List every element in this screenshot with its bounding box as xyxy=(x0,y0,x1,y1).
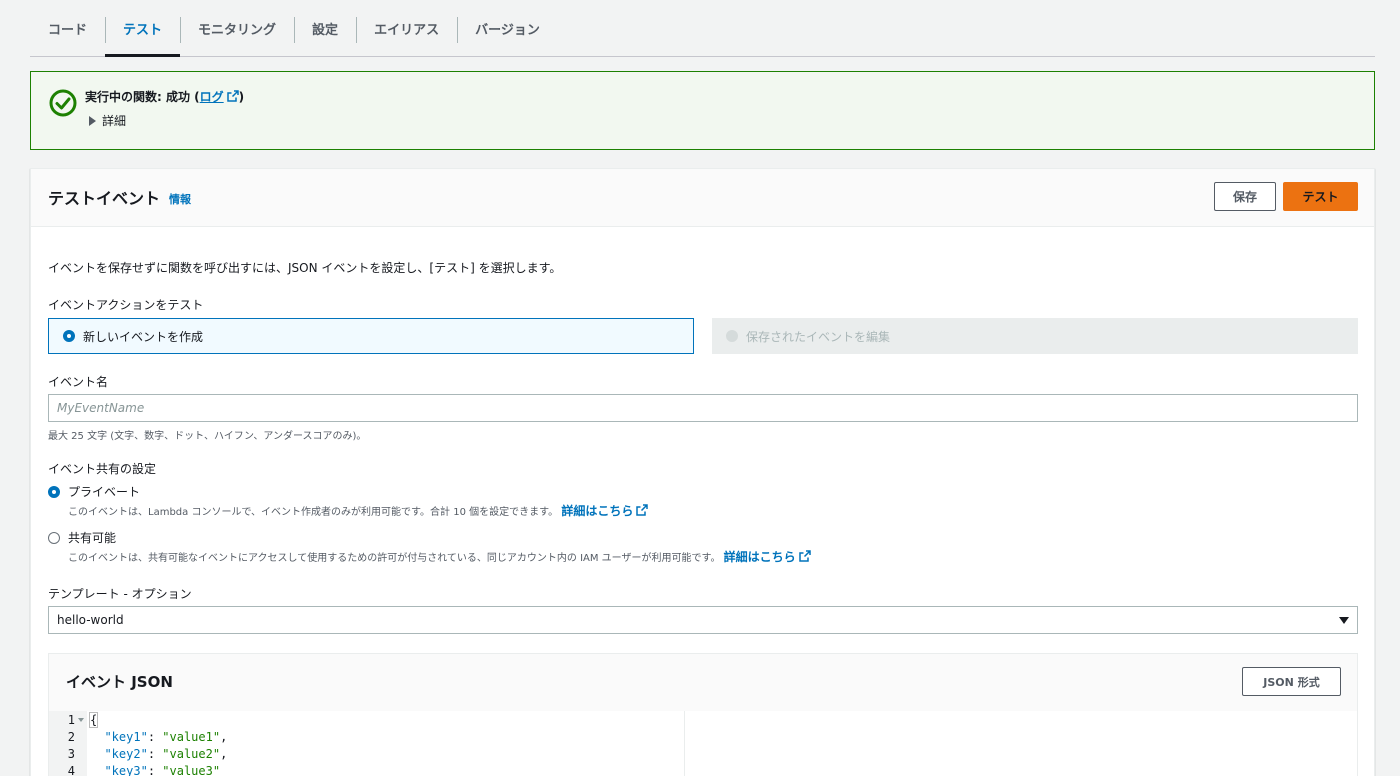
event-json-header: イベント JSON JSON 形式 xyxy=(49,654,1357,711)
info-link[interactable]: 情報 xyxy=(169,191,191,207)
alert-title-prefix: 実行中の関数: 成功 ( xyxy=(85,90,200,104)
private-description: このイベントは、Lambda コンソールで、イベント作成者のみが利用可能です。合… xyxy=(68,502,649,519)
create-new-event-option[interactable]: 新しいイベントを作成 xyxy=(48,318,694,354)
line-number: 3 xyxy=(67,746,75,761)
sharing-settings-label: イベント共有の設定 xyxy=(48,462,157,476)
shareable-description: このイベントは、共有可能なイベントにアクセスして使用するための許可が付与されてい… xyxy=(68,548,811,565)
json-code-editor[interactable]: 1 { 2 "key1": "value1", 3 "key2": "value… xyxy=(49,711,685,776)
event-name-label: イベント名 xyxy=(48,375,109,389)
json-separator: , xyxy=(220,729,228,744)
json-separator: , xyxy=(220,746,228,761)
json-value: "value3" xyxy=(162,763,221,776)
tab-code[interactable]: コード xyxy=(30,0,105,56)
code-line: 3 "key2": "value2", xyxy=(49,745,685,762)
json-format-button[interactable]: JSON 形式 xyxy=(1242,667,1341,696)
event-action-label: イベントアクションをテスト xyxy=(48,298,204,312)
template-select[interactable]: hello-world xyxy=(48,606,1358,634)
panel-header: テストイベント 情報 保存 テスト xyxy=(31,169,1374,227)
save-button[interactable]: 保存 xyxy=(1214,182,1276,211)
alert-title-suffix: ) xyxy=(238,90,245,104)
success-check-icon xyxy=(49,89,77,117)
caret-down-icon xyxy=(1339,616,1349,624)
event-json-panel: イベント JSON JSON 形式 1 { 2 "key1": "value1"… xyxy=(48,653,1358,776)
shareable-option[interactable]: 共有可能 xyxy=(48,529,116,546)
code-text: "key3": "value3" xyxy=(104,763,221,776)
private-label: プライベート xyxy=(68,485,141,499)
external-link-icon[interactable] xyxy=(226,90,239,102)
json-value: "value1" xyxy=(162,729,221,744)
tab-aliases[interactable]: エイリアス xyxy=(356,0,457,56)
json-key: "key3" xyxy=(104,763,148,776)
code-line: 1 { xyxy=(49,711,685,728)
tab-monitoring[interactable]: モニタリング xyxy=(180,0,294,56)
tab-label: モニタリング xyxy=(198,22,277,38)
log-link[interactable]: ログ xyxy=(200,90,224,104)
alert-title: 実行中の関数: 成功 (ログ) xyxy=(85,88,244,105)
event-name-hint: 最大 25 文字 (文字、数字、ドット、ハイフン、アンダースコアのみ)。 xyxy=(48,431,367,442)
tab-versions[interactable]: バージョン xyxy=(457,0,558,56)
learn-more-link[interactable]: 詳細はこちら xyxy=(561,504,633,518)
tab-label: バージョン xyxy=(475,22,540,38)
shareable-description-text: このイベントは、共有可能なイベントにアクセスして使用するための許可が付与されてい… xyxy=(68,553,721,564)
code-line: 4 "key3": "value3" xyxy=(49,762,685,776)
tab-bar: コード テスト モニタリング 設定 エイリアス バージョン xyxy=(30,0,1375,57)
tab-label: テスト xyxy=(123,22,163,38)
tab-label: 設定 xyxy=(312,22,339,38)
panel-title: テストイベント xyxy=(48,189,161,208)
radio-checked-icon[interactable] xyxy=(63,330,75,342)
code-line: 2 "key1": "value1", xyxy=(49,728,685,745)
details-expander[interactable]: 詳細 xyxy=(89,112,126,129)
external-link-icon[interactable] xyxy=(798,550,811,562)
edit-saved-event-label: 保存されたイベントを編集 xyxy=(746,329,891,344)
details-label: 詳細 xyxy=(102,114,127,128)
radio-disabled-icon xyxy=(726,330,738,342)
radio-unchecked-icon[interactable] xyxy=(48,531,60,544)
radio-checked-icon[interactable] xyxy=(48,485,60,498)
test-button[interactable]: テスト xyxy=(1283,182,1358,211)
code-text: { xyxy=(88,711,99,728)
panel-description: イベントを保存せずに関数を呼び出すには、JSON イベントを設定し、[テスト] … xyxy=(48,261,562,275)
tab-label: コード xyxy=(48,22,88,38)
edit-saved-event-option: 保存されたイベントを編集 xyxy=(712,318,1358,354)
line-number: 1 xyxy=(67,712,75,727)
code-text: "key1": "value1", xyxy=(104,729,228,744)
external-link-icon[interactable] xyxy=(636,504,649,516)
fold-arrow-icon[interactable] xyxy=(78,717,84,722)
event-name-input[interactable]: MyEventName xyxy=(48,394,1358,422)
json-key: "key1" xyxy=(104,729,148,744)
line-number: 4 xyxy=(67,763,75,776)
template-selected-value: hello-world xyxy=(57,613,124,627)
shareable-label: 共有可能 xyxy=(68,531,117,545)
line-number: 2 xyxy=(67,729,75,744)
execution-success-alert: 実行中の関数: 成功 (ログ) 詳細 xyxy=(30,71,1375,150)
learn-more-link[interactable]: 詳細はこちら xyxy=(724,550,796,564)
event-json-title: イベント JSON xyxy=(66,673,173,691)
template-label: テンプレート - オプション xyxy=(48,587,192,601)
caret-right-icon xyxy=(89,115,96,126)
tab-settings[interactable]: 設定 xyxy=(294,0,356,56)
json-key: "key2" xyxy=(104,746,148,761)
create-new-event-label: 新しいイベントを作成 xyxy=(83,329,204,344)
test-event-panel: テストイベント 情報 保存 テスト イベントを保存せずに関数を呼び出すには、JS… xyxy=(30,168,1375,776)
event-name-placeholder: MyEventName xyxy=(57,401,145,415)
json-value: "value2" xyxy=(162,746,221,761)
private-option[interactable]: プライベート xyxy=(48,483,140,500)
tab-label: エイリアス xyxy=(374,22,440,38)
tab-test[interactable]: テスト xyxy=(105,0,181,57)
private-description-text: このイベントは、Lambda コンソールで、イベント作成者のみが利用可能です。合… xyxy=(68,507,559,518)
code-text: "key2": "value2", xyxy=(104,746,228,761)
